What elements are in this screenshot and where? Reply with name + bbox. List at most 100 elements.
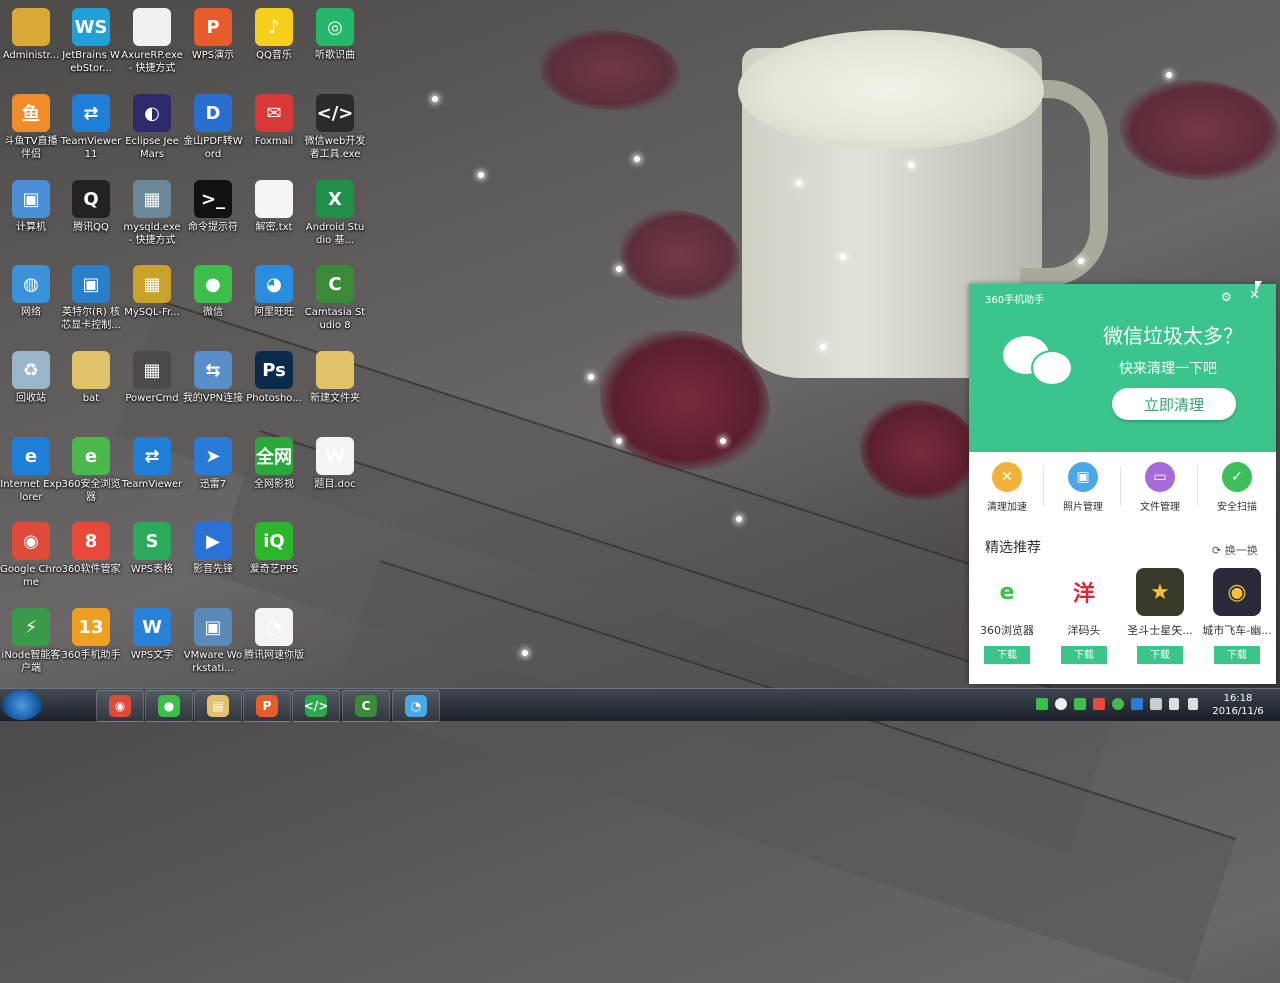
desktop-icon[interactable]: >_ 命令提示符	[182, 174, 244, 258]
desktop-icon[interactable]: X Android Studio 基...	[304, 174, 366, 258]
recommended-app[interactable]: 洋洋码头 下载	[1049, 566, 1119, 664]
tray-360-icon[interactable]	[1036, 698, 1048, 710]
tool-photo-manage[interactable]: ▣ 照片管理	[1045, 456, 1121, 513]
desktop-icon[interactable]: iQ 爱奇艺PPS	[243, 516, 305, 600]
desktop-icon[interactable]: ▦ mysqld.exe - 快捷方式	[121, 174, 183, 258]
desktop-icon[interactable]: ▦ MySQL-Fr...	[121, 259, 183, 343]
desktop-icon[interactable]: 8 360软件管家	[60, 516, 122, 600]
desktop-icon[interactable]: ▦ PowerCmd	[121, 345, 183, 429]
desktop-icon[interactable]: W 题目.doc	[304, 431, 366, 515]
desktop-icon-label: Photosho...	[246, 393, 302, 404]
desktop-icon-label: 命令提示符	[188, 222, 238, 233]
360-browser-app-icon: e	[983, 568, 1031, 616]
system-clock[interactable]: 16:18 2016/11/6	[1208, 692, 1268, 718]
desktop-icon[interactable]: ⇄ TeamViewer 11	[60, 88, 122, 172]
desktop-icon-label: 新建文件夹	[310, 393, 360, 404]
taskbar: ◉ ● ▤ P </> C ◔ 16:18 2016/11/6	[0, 688, 1280, 722]
tray-device-icon[interactable]	[1150, 698, 1162, 710]
desktop-icon[interactable]: </> 微信web开发者工具.exe	[304, 88, 366, 172]
desktop-icon[interactable]: ◉ Google Chrome	[0, 516, 62, 600]
desktop-icon[interactable]: ◎ 听歌识曲	[304, 2, 366, 86]
desktop-icon[interactable]: ▣ 英特尔(R) 核芯显卡控制...	[60, 259, 122, 343]
desktop-icon-label: 听歌识曲	[315, 50, 355, 61]
mysqld-icon: ▦	[133, 180, 171, 218]
gear-icon[interactable]: ⚙	[1221, 290, 1232, 304]
desktop-icon[interactable]: P WPS演示	[182, 2, 244, 86]
wechat-devtools-icon: </>	[316, 94, 354, 132]
desktop-icon[interactable]: 全网 全网影视	[243, 431, 305, 515]
desktop-icon[interactable]: bat	[60, 345, 122, 429]
tray-chat-icon[interactable]	[1074, 698, 1086, 710]
desktop-icon[interactable]: ▣ VMware Workstati...	[182, 602, 244, 686]
desktop-icon[interactable]: WS JetBrains WebStor...	[60, 2, 122, 86]
tray-volume-icon[interactable]	[1188, 698, 1198, 710]
inode-icon: ⚡	[12, 608, 50, 646]
tray-plus-icon[interactable]	[1112, 698, 1124, 710]
desktop-icon-label: 迅雷7	[199, 479, 227, 490]
qq-music-icon: ♪	[255, 8, 293, 46]
desktop-icon[interactable]: e Internet Explorer	[0, 431, 62, 515]
desktop-icon[interactable]: ♪ QQ音乐	[243, 2, 305, 86]
desktop-icon[interactable]: ▶ 影音先锋	[182, 516, 244, 600]
desktop-icon-label: WPS表格	[130, 564, 174, 575]
tool-security-scan[interactable]: ✓ 安全扫描	[1199, 456, 1275, 513]
desktop-icon-label: 全网影视	[254, 479, 294, 490]
taskbar-button-explorer[interactable]: ▤	[194, 690, 242, 722]
camtasia-icon: C	[316, 265, 354, 303]
desktop-icon[interactable]: ♻ 回收站	[0, 345, 62, 429]
tray-wechat-icon[interactable]	[1055, 698, 1067, 710]
desktop-icon[interactable]: ✉ Foxmail	[243, 88, 305, 172]
desktop-icon[interactable]: C Camtasia Studio 8	[304, 259, 366, 343]
desktop-icon[interactable]: ◕ 阿里旺旺	[243, 259, 305, 343]
desktop-icon-label: Eclipse Jee Mars	[125, 136, 179, 160]
download-button[interactable]: 下载	[984, 646, 1030, 664]
desktop-icon[interactable]: 新建文件夹	[304, 345, 366, 429]
tool-speed-up[interactable]: ✕ 清理加速	[969, 456, 1045, 513]
start-button[interactable]	[2, 690, 42, 720]
desktop-icon[interactable]: AxureRP.exe - 快捷方式	[121, 2, 183, 86]
taskbar-button-wps-presentation[interactable]: P	[243, 690, 291, 722]
refresh-link[interactable]: ⟳ 换一换	[1212, 542, 1258, 558]
tray-network-icon[interactable]	[1169, 698, 1179, 710]
desktop-icon[interactable]: ◐ Eclipse Jee Mars	[121, 88, 183, 172]
recommended-app[interactable]: ◉ 城市飞车-幽... 下载	[1202, 566, 1272, 664]
360-browser-icon: e	[72, 437, 110, 475]
desktop-icon[interactable]: ● 微信	[182, 259, 244, 343]
desktop-icon[interactable]: Q 腾讯QQ	[60, 174, 122, 258]
desktop-icon[interactable]: S WPS表格	[121, 516, 183, 600]
tool-file-manage[interactable]: ▭ 文件管理	[1122, 456, 1198, 513]
desktop-icon[interactable]: ▣ 计算机	[0, 174, 62, 258]
desktop-icon[interactable]: 13 360手机助手	[60, 602, 122, 686]
taskbar-button-wechat-devtools[interactable]: </>	[292, 690, 340, 722]
download-button[interactable]: 下载	[1061, 646, 1107, 664]
desktop-icon-label: 腾讯QQ	[73, 222, 109, 233]
clean-now-button[interactable]: 立即清理	[1112, 388, 1236, 420]
desktop-icon[interactable]: Ps Photosho...	[243, 345, 305, 429]
tray-security-icon[interactable]	[1093, 698, 1105, 710]
desktop-icon[interactable]: ➤ 迅雷7	[182, 431, 244, 515]
taskbar-button-tencent-speed[interactable]: ◔	[392, 690, 440, 722]
recommended-app[interactable]: e 360浏览器 下载	[972, 566, 1042, 664]
taskbar-button-wechat[interactable]: ●	[145, 690, 193, 722]
desktop-icon[interactable]: e 360安全浏览器	[60, 431, 122, 515]
desktop-icon[interactable]: ◔ 腾讯网速你版	[243, 602, 305, 686]
desktop-icon[interactable]: 解密.txt	[243, 174, 305, 258]
desktop-icon[interactable]: ⇄ TeamViewer	[121, 431, 183, 515]
desktop-icon-label: JetBrains WebStor...	[62, 50, 120, 74]
download-button[interactable]: 下载	[1137, 646, 1183, 664]
tool-label: 照片管理	[1063, 502, 1103, 513]
taskbar-button-chrome[interactable]: ◉	[96, 690, 144, 722]
taskbar-button-camtasia[interactable]: C	[342, 690, 390, 722]
recommended-app[interactable]: ★ 圣斗士星矢... 下载	[1125, 566, 1195, 664]
desktop-icon[interactable]: D 金山PDF转Word	[182, 88, 244, 172]
desktop-icon-label: Android Studio 基...	[305, 222, 365, 246]
download-button[interactable]: 下载	[1214, 646, 1260, 664]
desktop-icon[interactable]: ⚡ iNode智能客户端	[0, 602, 62, 686]
desktop-icon[interactable]: ⇆ 我的VPN连接	[182, 345, 244, 429]
desktop-icon[interactable]: 鱼斗鱼TV直播伴侣	[0, 88, 62, 172]
desktop-icon[interactable]: W WPS文字	[121, 602, 183, 686]
tray-bluetooth-icon[interactable]	[1131, 698, 1143, 710]
desktop-icon[interactable]: Administr...	[0, 2, 62, 86]
snow-dot	[1078, 258, 1084, 264]
desktop-icon[interactable]: ◍ 网络	[0, 259, 62, 343]
